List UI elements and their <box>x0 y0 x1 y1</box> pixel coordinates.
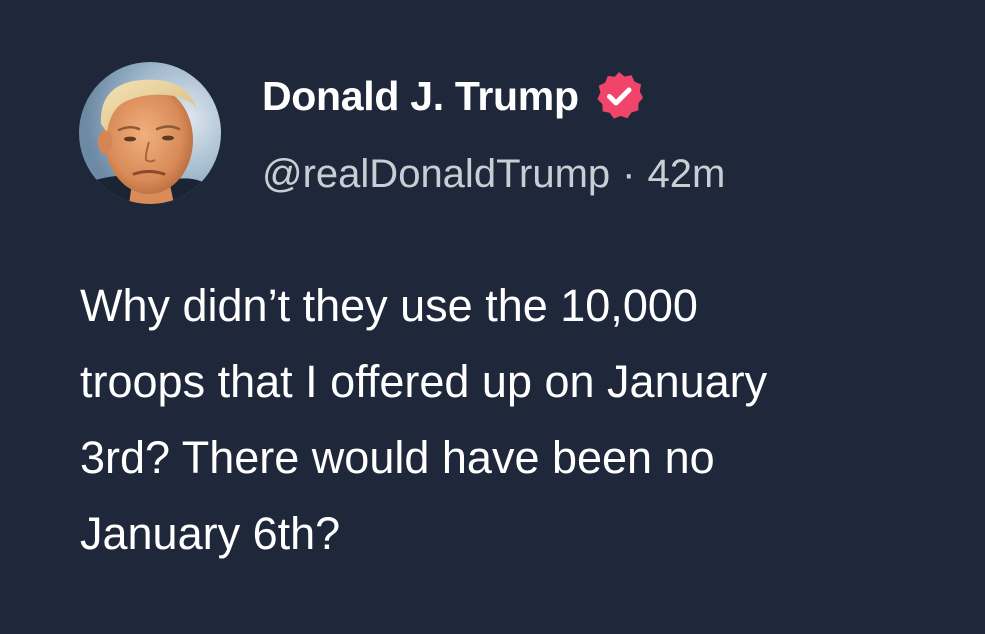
post-meta: @realDonaldTrump · 42m <box>262 146 725 202</box>
meta-separator: · <box>622 151 636 196</box>
author-handle[interactable]: @realDonaldTrump <box>262 152 610 197</box>
avatar-image <box>79 62 221 204</box>
post-card: Donald J. Trump @realDonaldTrump · 42m W… <box>0 0 985 634</box>
author-name-row: Donald J. Trump <box>262 68 645 124</box>
display-name[interactable]: Donald J. Trump <box>262 73 579 120</box>
post-timestamp[interactable]: 42m <box>647 152 725 197</box>
post-text: Why didn’t they use the 10,000 troops th… <box>80 280 768 559</box>
avatar[interactable] <box>79 62 221 204</box>
verified-badge-icon <box>593 70 645 122</box>
